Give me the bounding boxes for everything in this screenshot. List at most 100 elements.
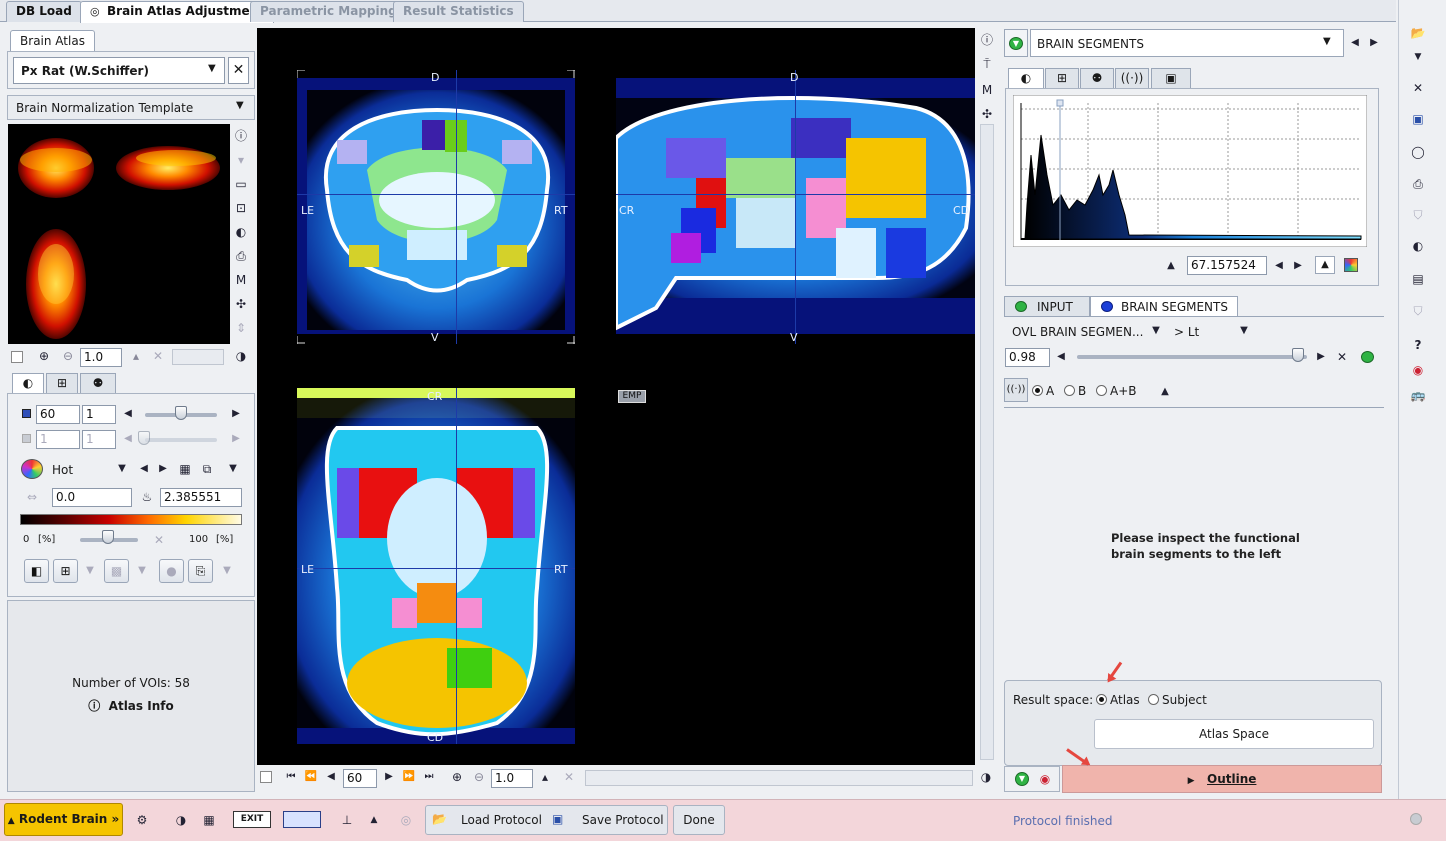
save-protocol-button[interactable]: Save Protocol: [582, 813, 664, 827]
option-ab[interactable]: A+B: [1096, 384, 1137, 398]
atlas-select[interactable]: Px Rat (W.Schiffer) ▼: [13, 57, 225, 84]
colormap-icon[interactable]: [1344, 258, 1358, 272]
tab-person[interactable]: ⚉: [1080, 68, 1114, 88]
lock-icon[interactable]: ♨: [139, 489, 155, 505]
result-space-subject[interactable]: Subject: [1148, 693, 1207, 707]
atlas-info-link[interactable]: ⓘ Atlas Info: [8, 697, 254, 714]
arrow-left-icon[interactable]: ◀: [1053, 349, 1069, 365]
chevron-down-icon[interactable]: ▼: [225, 461, 241, 477]
colormap-select[interactable]: Hot: [52, 463, 73, 477]
slider-knob[interactable]: [175, 406, 187, 420]
slice-input[interactable]: 60: [343, 769, 377, 788]
arrow-up-icon[interactable]: ▲: [1163, 258, 1179, 274]
opacity-slider[interactable]: [1077, 355, 1307, 359]
zoom-out-icon[interactable]: ⊖: [60, 348, 76, 364]
option-a[interactable]: A: [1032, 384, 1054, 398]
export-button[interactable]: ⎘: [188, 559, 213, 583]
horizontal-scrollbar[interactable]: [585, 770, 973, 786]
tab-brain-atlas-adjustment[interactable]: ◎ Brain Atlas Adjustment: [80, 1, 274, 23]
target-icon[interactable]: ◉: [1410, 362, 1426, 378]
align-icon[interactable]: ⊥: [339, 812, 355, 828]
shield-icon[interactable]: ⛉: [1410, 303, 1426, 319]
settings-icon[interactable]: ⚙: [134, 812, 150, 828]
tab-contrast[interactable]: ◐: [1008, 68, 1044, 88]
slider-knob[interactable]: [102, 530, 114, 544]
histogram-value-input[interactable]: 67.157524: [1187, 256, 1267, 275]
bus-icon[interactable]: 🚌: [1405, 387, 1431, 403]
viewer-scrollbar[interactable]: [980, 124, 994, 760]
arrow-left-icon[interactable]: ◀: [1271, 258, 1287, 274]
tab-person[interactable]: ⚉: [80, 373, 116, 393]
empty-view-badge[interactable]: EMP: [618, 390, 646, 403]
zoom-out-icon[interactable]: ⊖: [471, 769, 487, 785]
arrow-right-icon[interactable]: ▶: [228, 431, 244, 447]
arrow-left-icon[interactable]: ◀: [1347, 35, 1363, 51]
arrow-left-icon[interactable]: ◀: [136, 461, 152, 477]
zoom-in-icon[interactable]: ⊕: [449, 769, 465, 785]
fill-button[interactable]: ▩: [104, 559, 129, 583]
arrow-right-icon[interactable]: ▶: [1290, 258, 1306, 274]
layout-icon[interactable]: ⍑: [979, 56, 995, 72]
slice2-input[interactable]: 1: [36, 430, 80, 449]
chevron-down-icon[interactable]: ▼: [82, 563, 98, 579]
contrast-icon[interactable]: ◐: [233, 224, 249, 240]
segment-select[interactable]: BRAIN SEGMENTS ▼: [1030, 29, 1344, 57]
template-select[interactable]: Brain Normalization Template ▼: [7, 95, 255, 120]
threshold-select[interactable]: > Lt: [1174, 325, 1199, 339]
arrow-up-icon[interactable]: ▴: [537, 769, 553, 785]
close-atlas-button[interactable]: ✕: [228, 57, 249, 84]
chevron-down-icon[interactable]: ▼: [219, 563, 235, 579]
image-viewer[interactable]: D V LE RT D V CR CD CR CD LE RT EMP: [257, 28, 975, 765]
target-icon[interactable]: ◉: [1037, 771, 1053, 787]
exit-icon[interactable]: EXIT: [233, 811, 271, 828]
coronal-view[interactable]: [297, 70, 575, 344]
chevron-down-icon[interactable]: ▼: [1015, 772, 1029, 786]
outline-button[interactable]: ▶ Outline: [1062, 765, 1382, 793]
rotate-icon[interactable]: ◑: [173, 812, 189, 828]
contrast-icon[interactable]: ◐: [1410, 238, 1426, 254]
arrow-right-icon[interactable]: ▶: [228, 406, 244, 422]
load-protocol-button[interactable]: Load Protocol: [461, 813, 542, 827]
palette-icon[interactable]: [21, 459, 43, 479]
last-icon[interactable]: ⏭: [421, 769, 437, 785]
green-dot-icon[interactable]: [1361, 351, 1374, 363]
terminal-icon[interactable]: ▤: [1410, 271, 1426, 287]
template-view[interactable]: [8, 124, 230, 344]
arrow-right-icon[interactable]: ▶: [1313, 349, 1329, 365]
save-icon[interactable]: ▣: [1410, 111, 1426, 127]
overlay-icon[interactable]: ⧉: [199, 461, 215, 477]
atlas-space-button[interactable]: Atlas Space: [1094, 719, 1374, 749]
arrow-up-button[interactable]: ▲: [1315, 256, 1335, 274]
tab-result-statistics[interactable]: Result Statistics: [393, 1, 524, 22]
close-icon[interactable]: ✕: [151, 532, 167, 548]
slider-knob[interactable]: [138, 431, 150, 445]
next-fast-icon[interactable]: ⏩: [401, 769, 417, 785]
layout-icon[interactable]: [283, 811, 321, 828]
histogram-plot[interactable]: [1013, 95, 1367, 247]
chevron-down-icon[interactable]: ▾: [233, 152, 249, 168]
checkbox[interactable]: [11, 351, 23, 363]
rotate-icon[interactable]: ◑: [233, 348, 249, 364]
zoom-in-icon[interactable]: ⊕: [36, 348, 52, 364]
close-icon[interactable]: ✕: [150, 348, 166, 364]
rotate-icon[interactable]: ◑: [978, 769, 994, 785]
min-value-input[interactable]: 0.0: [52, 488, 132, 507]
tab-brain-segments[interactable]: BRAIN SEGMENTS: [1090, 296, 1238, 316]
print-icon[interactable]: ⎙: [233, 248, 249, 264]
chevron-down-icon[interactable]: ▼: [1148, 323, 1164, 339]
fit-icon[interactable]: ⊡: [233, 200, 249, 216]
crosshair-icon[interactable]: ✣: [233, 296, 249, 312]
tab-db-load[interactable]: DB Load: [6, 1, 82, 22]
first-icon[interactable]: ⏮: [283, 769, 299, 785]
chevron-down-icon[interactable]: ▼: [1410, 49, 1426, 65]
tab-signal[interactable]: ((·)): [1115, 68, 1149, 88]
tab-grid[interactable]: ⊞: [46, 373, 78, 393]
next-icon[interactable]: ▶: [381, 769, 397, 785]
crosshair-icon[interactable]: ✣: [979, 106, 995, 122]
target-icon[interactable]: ◎: [398, 812, 414, 828]
slice-step-input[interactable]: 1: [82, 405, 116, 424]
template-zoom-input[interactable]: 1.0: [80, 348, 122, 367]
signal-button[interactable]: ((·)): [1004, 378, 1028, 402]
arrow-up-icon[interactable]: ▲: [366, 812, 382, 828]
flip-button[interactable]: ◧: [24, 559, 49, 583]
